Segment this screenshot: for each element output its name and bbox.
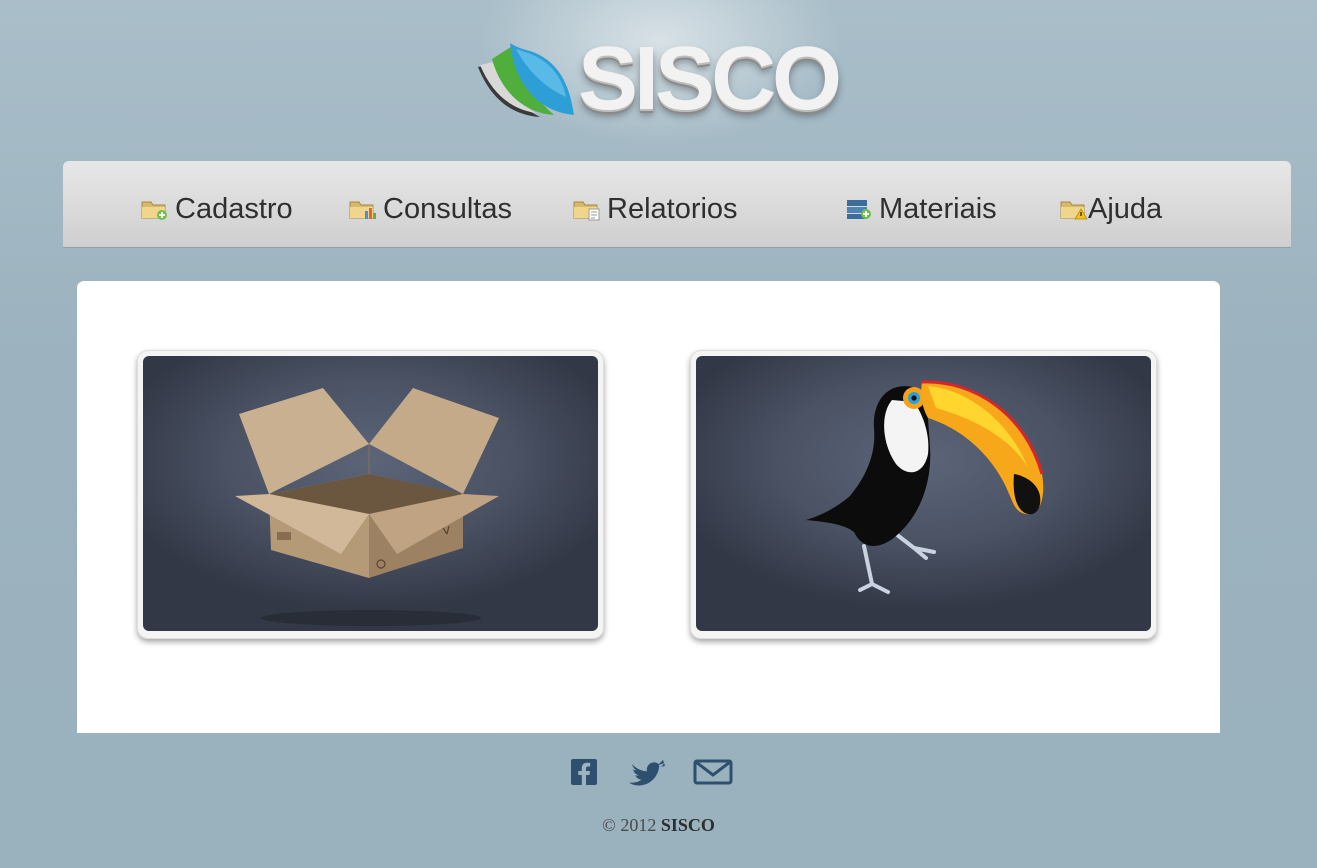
folder-chart-icon [349, 201, 376, 219]
folder-document-icon [573, 201, 600, 221]
social-links [569, 755, 733, 789]
nav-label-consultas: Consultas [383, 192, 512, 225]
nav-label-materiais: Materiais [879, 192, 997, 225]
card-box[interactable] [137, 350, 604, 639]
nav-item-consultas[interactable]: Consultas [349, 191, 512, 227]
leaf-logo-icon [478, 43, 574, 117]
nav-label-cadastro: Cadastro [175, 192, 293, 225]
nav-label-ajuda: Ajuda [1088, 192, 1163, 225]
folder-add-icon [141, 201, 167, 220]
nav-item-ajuda[interactable]: Ajuda [1060, 191, 1162, 227]
nav-item-materiais[interactable]: Materiais [845, 191, 997, 227]
card-toucan[interactable] [690, 350, 1157, 639]
main-navigation: Cadastro Consultas Relatorios Materiais [63, 161, 1291, 247]
folder-warning-icon [1060, 201, 1088, 220]
nav-label-relatorios: Relatorios [607, 192, 738, 225]
main-content [77, 281, 1220, 733]
nav-item-cadastro[interactable]: Cadastro [141, 191, 293, 227]
site-logo[interactable]: SISCO [470, 34, 860, 124]
email-icon[interactable] [693, 758, 733, 786]
copyright-text: © 2012 SISCO [0, 815, 1317, 836]
copyright-brand: SISCO [660, 815, 715, 835]
facebook-icon[interactable] [569, 757, 599, 787]
twitter-icon[interactable] [627, 757, 669, 787]
logo-text: SISCO [578, 29, 842, 129]
nav-item-relatorios[interactable]: Relatorios [573, 191, 738, 227]
cardboard-box-image [235, 388, 499, 626]
materials-add-icon [847, 200, 871, 219]
copyright-prefix: © 2012 [602, 815, 657, 835]
toucan-image [806, 380, 1044, 594]
